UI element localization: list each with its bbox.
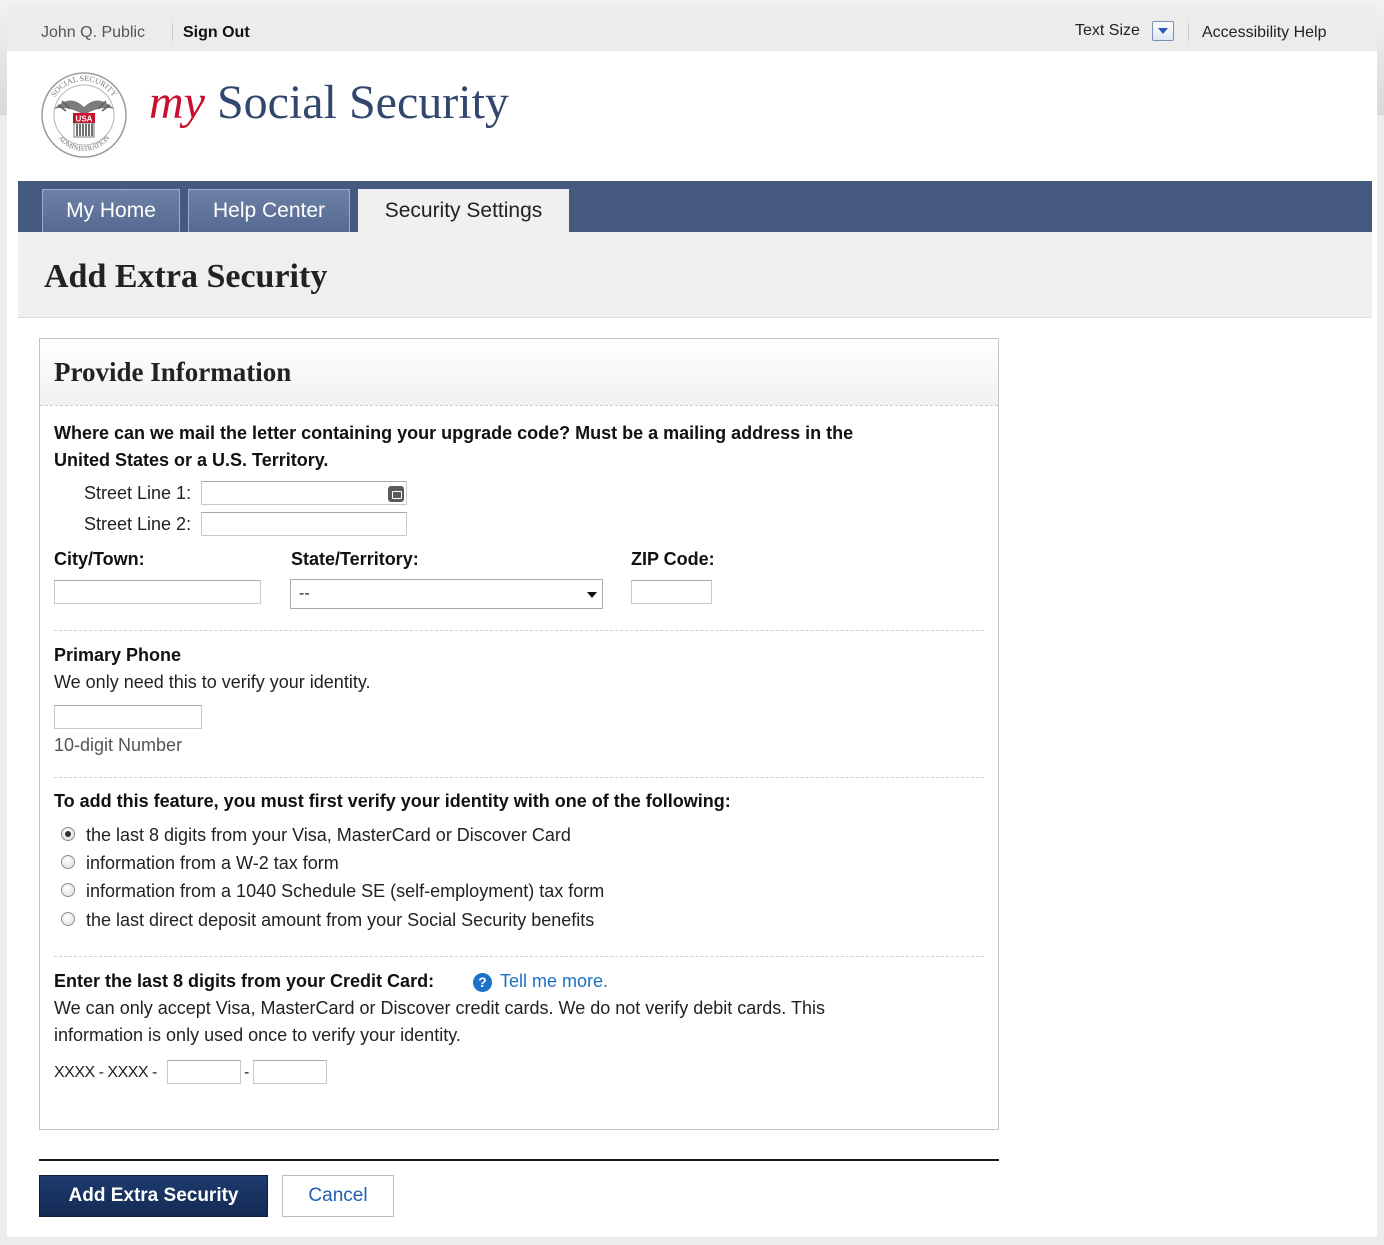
accessibility-help-link[interactable]: Accessibility Help (1202, 24, 1326, 42)
city-label: City/Town: (54, 549, 145, 569)
panel-header: Provide Information (40, 339, 998, 406)
street-line-1-label: Street Line 1: (84, 483, 192, 503)
credit-card-label: Enter the last 8 digits from your Credit… (54, 971, 435, 991)
primary-phone-label: Primary Phone (54, 645, 182, 665)
verify-identity-label: To add this feature, you must first veri… (54, 791, 731, 811)
main-nav: My Home Help Center Security Settings (18, 181, 1372, 232)
verify-option-w2-radio[interactable] (61, 855, 75, 869)
utility-divider-2 (1188, 23, 1189, 41)
street-line-1-input[interactable] (201, 481, 407, 505)
page-title: Add Extra Security (44, 258, 328, 295)
address-question-line-2: United States or a U.S. Territory. (54, 450, 329, 470)
section-divider (54, 956, 984, 957)
primary-phone-help: We only need this to verify your identit… (54, 672, 371, 692)
card-digits-part-2-input[interactable] (253, 1060, 327, 1084)
state-select[interactable]: -- (290, 579, 603, 609)
verify-option-credit-card-radio[interactable] (61, 827, 75, 841)
page-title-band: Add Extra Security (18, 232, 1372, 318)
tab-help-center[interactable]: Help Center (188, 189, 350, 232)
state-label: State/Territory: (291, 549, 419, 569)
primary-phone-hint: 10-digit Number (54, 735, 183, 755)
verify-option-schedule-se-radio[interactable] (61, 883, 75, 897)
section-divider (54, 777, 984, 778)
zip-input[interactable] (631, 580, 712, 604)
help-icon[interactable]: ? (473, 973, 492, 992)
chevron-down-icon (587, 592, 597, 598)
zip-label: ZIP Code: (631, 549, 715, 569)
seal-center-text: USA (76, 115, 93, 124)
utility-bar: John Q. Public Sign Out Text Size Access… (7, 7, 1377, 51)
autofill-icon[interactable] (388, 486, 404, 502)
card-number-prefix: XXXX - XXXX - (54, 1064, 157, 1081)
tab-my-home[interactable]: My Home (42, 189, 180, 232)
ssa-seal-logo: USA SOCIAL SECURITY ADMINISTRATION (41, 72, 127, 158)
brand-social-security: Social Security (216, 76, 509, 129)
utility-divider (172, 23, 173, 41)
tab-security-settings[interactable]: Security Settings (358, 189, 569, 232)
card-digits-separator: - (244, 1064, 250, 1081)
tell-me-more-link[interactable]: Tell me more. (500, 971, 608, 992)
verify-option-schedule-se-label[interactable]: information from a 1040 Schedule SE (sel… (86, 881, 604, 902)
verify-option-w2-label[interactable]: information from a W-2 tax form (86, 853, 339, 874)
panel-title: Provide Information (54, 357, 292, 387)
credit-card-description-line-2: information is only used once to verify … (54, 1025, 461, 1045)
sign-out-link[interactable]: Sign Out (183, 24, 250, 42)
verify-option-direct-deposit-label[interactable]: the last direct deposit amount from your… (86, 910, 594, 931)
actions-divider (39, 1159, 999, 1161)
verify-option-direct-deposit-radio[interactable] (61, 912, 75, 926)
card-digits-part-1-input[interactable] (167, 1060, 241, 1084)
address-question-line-1: Where can we mail the letter containing … (54, 423, 854, 443)
street-line-2-label: Street Line 2: (84, 514, 192, 534)
verify-option-credit-card-label[interactable]: the last 8 digits from your Visa, Master… (86, 825, 571, 846)
site-brand[interactable]: my Social Security (149, 75, 509, 130)
text-size-label[interactable]: Text Size (1075, 22, 1140, 40)
brand-my: my (149, 76, 205, 129)
credit-card-description-line-1: We can only accept Visa, MasterCard or D… (54, 998, 825, 1018)
primary-phone-input[interactable] (54, 705, 202, 729)
site-header: USA SOCIAL SECURITY ADMINISTRATION my Soc… (18, 51, 1372, 181)
add-extra-security-button[interactable]: Add Extra Security (39, 1175, 268, 1217)
street-line-2-input[interactable] (201, 512, 407, 536)
state-selected-value: -- (299, 585, 310, 602)
city-input[interactable] (54, 580, 261, 604)
cancel-button[interactable]: Cancel (282, 1175, 394, 1217)
section-divider (54, 630, 984, 631)
user-name: John Q. Public (41, 24, 146, 41)
text-size-dropdown-icon[interactable] (1152, 21, 1174, 41)
provide-information-panel: Provide Information Where can we mail th… (39, 338, 999, 1130)
